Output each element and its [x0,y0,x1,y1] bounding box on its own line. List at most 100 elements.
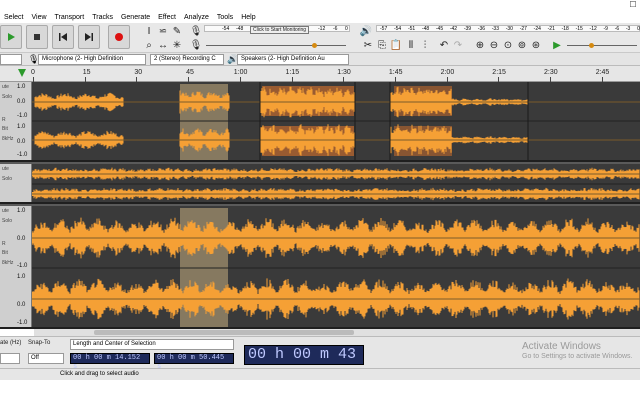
solo-button[interactable]: Solo [2,218,12,224]
multi-tool-button[interactable]: ✳ [171,39,183,51]
zoom-tool-button[interactable]: ⌕ [143,39,155,51]
timeline-tick-label: 0 [31,69,35,76]
menu-transport[interactable]: Transport [51,14,89,21]
play-speed-slider[interactable] [567,45,637,46]
recording-device-select[interactable]: Microphone (2- High Definition [38,54,146,65]
recording-volume-icon: 🎙 [189,39,203,51]
audio-track[interactable]: ute Solo R Bit 8kHz 1.0 0.0 -1.0 1.0 0.0… [0,206,640,329]
selection-toolbar: ate (Hz) Snap-To Off Length and Center o… [0,336,640,381]
playback-meter-tick: -39 [463,26,472,32]
menu-analyze[interactable]: Analyze [180,14,213,21]
draw-tool-button[interactable]: ✎ [171,25,183,37]
timeline-ruler[interactable]: 0 15 30 45 1:00 1:15 1:30 1:45 2:00 2:15 2:30 2:45 [0,66,640,82]
zoom-toggle-button[interactable]: ⊛ [530,39,542,51]
waveform[interactable] [32,82,640,160]
playback-device-select[interactable]: Speakers (2- High Definition Au [237,54,349,65]
timeshift-icon: ↔ [158,39,168,51]
scale-label: 0.0 [17,99,26,105]
host-select[interactable] [0,54,22,65]
playback-meter-tick: -21 [547,26,555,32]
track-control-panel[interactable]: ute Solo R Bit 8kHz 1.0 0.0 -1.0 1.0 0.0… [0,206,32,327]
playback-meter-tick: -15 [575,26,583,32]
selection-tool-button[interactable]: I [143,25,155,37]
trim-button[interactable]: ⫴ [405,39,417,51]
playback-meter-scale: -57 -54 -51 -48 -45 -42 -39 -36 -33 -30 -27 -24 -21-… [380,26,640,34]
recording-volume-slider[interactable] [206,45,346,46]
mute-button[interactable]: ute [2,166,9,172]
record-meter-tick: 0 [345,26,348,32]
timeshift-tool-button[interactable]: ↔ [157,39,169,51]
play-button[interactable] [0,25,22,49]
fit-project-icon: ⊚ [517,39,527,51]
zoom-out-button[interactable]: ⊖ [488,39,500,51]
fit-selection-button[interactable]: ⊙ [502,39,514,51]
record-button[interactable] [108,25,130,49]
menu-select[interactable]: Select [0,14,27,21]
menu-tracks[interactable]: Tracks [88,14,117,21]
project-rate-select[interactable] [0,353,20,364]
menu-tools[interactable]: Tools [213,14,237,21]
zoom-out-icon: ⊖ [489,39,499,51]
playback-meter-tick: -51 [407,26,416,32]
solo-button[interactable]: Solo [2,94,12,100]
record-meter-mic-icon: 🎙 [189,25,203,37]
fit-project-button[interactable]: ⊚ [516,39,528,51]
audio-track[interactable]: ute Solo [0,164,640,204]
stop-button[interactable] [26,25,48,49]
playback-meter-tick: -36 [477,26,486,32]
record-meter-tick: -48 [236,26,244,32]
timeline-tick-label: 2:30 [544,69,558,76]
playback-meter-tick: 0 [637,26,640,32]
trim-icon: ⫴ [408,39,414,51]
maximize-button[interactable]: ☐ [626,0,640,11]
play-speed-knob[interactable] [589,43,594,48]
menu-effect[interactable]: Effect [154,14,180,21]
scale-label: -1.0 [17,152,28,158]
start-monitoring-prompt[interactable]: Click to Start Monitoring [250,26,310,34]
playback-meter-tick: -33 [491,26,499,32]
project-rate-label: ate (Hz) [0,340,22,346]
selection-length-field[interactable]: 00 h 00 m 14.152 s [70,353,150,371]
cut-button[interactable]: ✂ [362,39,374,51]
audio-position-timer[interactable]: 00 h 00 m 43 s [244,345,364,381]
selection-mode-select[interactable]: Length and Center of Selection [70,339,234,350]
sample-rate-label: 8kHz [2,260,14,266]
menu-view[interactable]: View [27,14,50,21]
recording-channels-select[interactable]: 2 (Stereo) Recording C [150,54,224,65]
solo-button[interactable]: Solo [2,176,12,182]
silence-icon: ⫶ [423,39,427,51]
scrollbar-thumb[interactable] [94,330,354,335]
record-meter-tick: -6 [333,26,338,32]
scale-label: 0.0 [17,302,26,308]
waveform[interactable] [32,206,640,327]
envelope-tool-button[interactable]: ⋍ [157,25,169,37]
silence-button[interactable]: ⫶ [419,39,431,51]
recording-volume-knob[interactable] [312,43,317,48]
snap-to-select[interactable]: Off [28,353,64,364]
paste-button[interactable]: 📋 [390,39,402,51]
waveform[interactable] [32,164,640,202]
selection-center-field[interactable]: 00 h 00 m 50.445 s [154,353,234,371]
menu-generate[interactable]: Generate [117,14,154,21]
redo-button[interactable]: ↷ [452,39,464,51]
timeline-tick-label: 1:30 [337,69,351,76]
audio-track[interactable]: ute Solo R Bit 8kHz 1.0 0.0 -1.0 1.0 0.0… [0,82,640,162]
mute-button[interactable]: ute [2,84,9,90]
track-control-panel[interactable]: ute Solo R Bit 8kHz 1.0 0.0 -1.0 1.0 0.0… [0,82,32,160]
copy-button[interactable]: ⎘ [376,39,388,51]
zoom-in-button[interactable]: ⊕ [474,39,486,51]
skip-start-button[interactable] [52,25,74,49]
play-at-speed-button[interactable]: ▶ [551,39,563,51]
track-control-panel[interactable]: ute Solo [0,164,32,202]
menu-help[interactable]: Help [237,14,259,21]
mute-button[interactable]: ute [2,208,9,214]
pin-playhead-icon[interactable] [18,69,26,77]
scale-label: 1.0 [17,274,26,280]
horizontal-scrollbar[interactable] [34,329,640,336]
skip-end-button[interactable] [78,25,100,49]
timeline-tick-label: 15 [82,69,91,76]
playback-meter-tick: -6 [614,26,620,32]
undo-button[interactable]: ↶ [438,39,450,51]
envelope-icon: ⋍ [158,25,168,37]
multi-tool-icon: ✳ [172,39,182,51]
